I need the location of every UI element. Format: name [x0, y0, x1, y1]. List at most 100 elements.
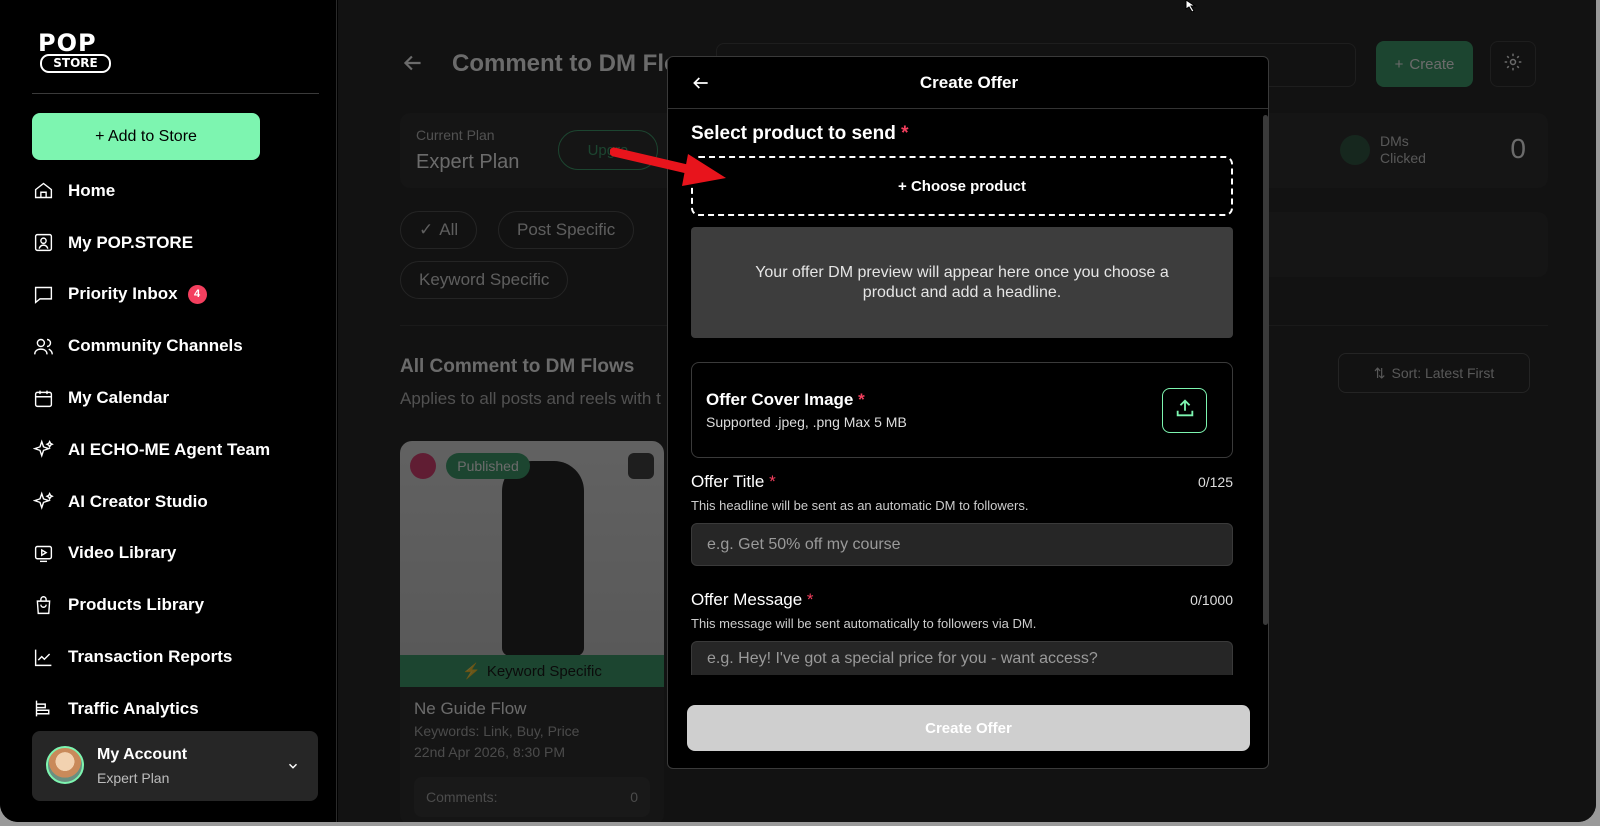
offer-preview: Your offer DM preview will appear here o… [691, 227, 1233, 338]
flow-type-label: Keyword Specific [486, 662, 602, 680]
sidebar-item-label: My POP.STORE [68, 232, 194, 252]
home-icon [32, 180, 54, 202]
sidebar-item-my-calendar[interactable]: My Calendar [32, 372, 322, 424]
chip-label: Post Specific [517, 220, 616, 239]
create-button-label: Create [1409, 55, 1455, 73]
sort-dropdown[interactable]: ⇅ Sort: Latest First [1338, 353, 1530, 393]
flow-type-strip: ⚡ Keyword Specific [400, 655, 664, 687]
sort-label: Sort: Latest First [1391, 365, 1495, 381]
pop-store-logo[interactable]: POP STORE [38, 30, 114, 74]
sidebar-item-ai-echo-me[interactable]: AI ECHO-ME Agent Team [32, 424, 322, 476]
profile-icon [32, 232, 54, 254]
inbox-count-badge: 4 [187, 284, 207, 304]
status-badge: Published [446, 453, 530, 479]
sidebar-item-home[interactable]: Home [32, 165, 322, 217]
users-icon [32, 335, 54, 357]
account-name: My Account [97, 746, 188, 763]
dm-clicked-label: DMs Clicked [1380, 133, 1426, 166]
sidebar-item-video-library[interactable]: Video Library [32, 528, 322, 580]
sidebar-item-label: Transaction Reports [68, 647, 233, 667]
required-mark: * [901, 123, 909, 144]
create-offer-modal: Create Offer Select product to send * + … [667, 56, 1269, 769]
sidebar-item-label: AI ECHO-ME Agent Team [68, 439, 271, 459]
flow-thumbnail: Published [400, 441, 664, 656]
back-arrow-icon[interactable] [400, 50, 426, 81]
sidebar-item-ai-creator-studio[interactable]: AI Creator Studio [32, 476, 322, 528]
sidebar-item-label: Community Channels [68, 336, 243, 356]
section-subtitle: Applies to all posts and reels with t [400, 389, 661, 408]
required-mark: * [769, 472, 776, 491]
logo-pop-text: POP [38, 29, 97, 57]
plan-value: Expert Plan [416, 151, 520, 173]
create-offer-button[interactable]: Create Offer [687, 705, 1250, 751]
sparkle-icon [32, 439, 54, 461]
flow-card[interactable]: Published ⚡ Keyword Specific Ne Guide Flo… [400, 441, 664, 822]
sidebar-item-label: Priority Inbox [68, 284, 178, 304]
offer-message-input[interactable]: e.g. Hey! I've got a special price for y… [691, 641, 1233, 675]
sort-icon: ⇅ [1373, 364, 1386, 381]
sparkle-icon [32, 491, 54, 513]
required-mark: * [858, 390, 865, 409]
create-button[interactable]: + Create [1376, 41, 1473, 87]
sidebar-divider [32, 93, 319, 94]
sidebar-item-label: Video Library [68, 543, 177, 563]
sidebar-item-my-popstore[interactable]: My POP.STORE [32, 217, 322, 269]
offer-title-count: 0/125 [1197, 474, 1233, 490]
sidebar: POP STORE + Add to Store Home My POP.STO… [0, 0, 337, 822]
comments-count: 0 [630, 789, 638, 805]
sidebar-item-traffic-analytics[interactable]: Traffic Analytics [32, 683, 322, 735]
sidebar-item-priority-inbox[interactable]: Priority Inbox 4 [32, 269, 322, 321]
modal-header: Create Offer [668, 57, 1268, 109]
offer-message-text: Offer Message [691, 590, 803, 609]
chart-icon [32, 646, 54, 668]
sidebar-item-label: Home [68, 180, 116, 200]
filter-dropdown[interactable] [1238, 212, 1548, 277]
section-title: All Comment to DM Flows [400, 356, 635, 377]
flow-keywords: Keywords: Link, Buy, Price [414, 723, 580, 739]
lightning-icon: ⚡ [462, 663, 481, 680]
page-title: Comment to DM Flo [452, 50, 679, 77]
add-to-store-button[interactable]: + Add to Store [32, 113, 260, 160]
instagram-icon [410, 453, 436, 479]
flow-comments: Comments: 0 [414, 777, 650, 817]
cover-image-hint: Supported .jpeg, .png Max 5 MB [706, 414, 907, 430]
sidebar-item-products-library[interactable]: Products Library [32, 579, 322, 631]
settings-button[interactable] [1490, 41, 1536, 87]
sidebar-item-community-channels[interactable]: Community Channels [32, 320, 322, 372]
flow-name: Ne Guide Flow [414, 699, 527, 718]
filter-chip-post-specific[interactable]: Post Specific [498, 211, 635, 249]
annotation-arrow-icon [610, 147, 726, 186]
offer-message-count: 0/1000 [1190, 592, 1233, 608]
upload-button[interactable] [1162, 388, 1207, 433]
offer-title-input[interactable]: e.g. Get 50% off my course [691, 523, 1233, 566]
bag-icon [32, 594, 54, 616]
send-icon [1340, 135, 1370, 165]
sidebar-item-label: AI Creator Studio [68, 491, 208, 511]
offer-message-label: Offer Message * [691, 590, 814, 610]
offer-title-help: This headline will be sent as an automat… [691, 498, 1029, 513]
account-switcher[interactable]: My Account Expert Plan [32, 731, 318, 801]
sidebar-item-transaction-reports[interactable]: Transaction Reports [32, 631, 322, 683]
mouse-cursor-icon [1185, 0, 1197, 12]
choose-product-button[interactable]: + Choose product [691, 156, 1233, 216]
bars-icon [32, 698, 54, 720]
offer-title-label: Offer Title * [691, 472, 776, 492]
required-mark: * [806, 590, 814, 609]
comments-label: Comments: [426, 789, 498, 805]
gear-icon [1503, 52, 1523, 77]
more-options-icon[interactable] [628, 453, 654, 479]
flow-date: 22nd Apr 2026, 8:30 PM [414, 744, 565, 760]
upload-icon [1174, 397, 1196, 424]
filter-chip-keyword-specific[interactable]: Keyword Specific [400, 261, 569, 299]
cover-image-upload: Offer Cover Image * Supported .jpeg, .pn… [691, 362, 1233, 458]
plan-label: Current Plan [416, 127, 495, 143]
offer-title-text: Offer Title [691, 472, 765, 491]
chip-label: Keyword Specific [419, 270, 550, 289]
offer-message-help: This message will be sent automatically … [691, 616, 1037, 631]
filter-chip-all[interactable]: ✓ All [400, 211, 478, 249]
sidebar-item-label: Products Library [68, 595, 205, 615]
video-icon [32, 542, 54, 564]
modal-scrollbar[interactable] [1263, 115, 1268, 625]
check-icon: ✓ [419, 220, 434, 239]
dm-clicked-count: 0 [1510, 133, 1526, 164]
